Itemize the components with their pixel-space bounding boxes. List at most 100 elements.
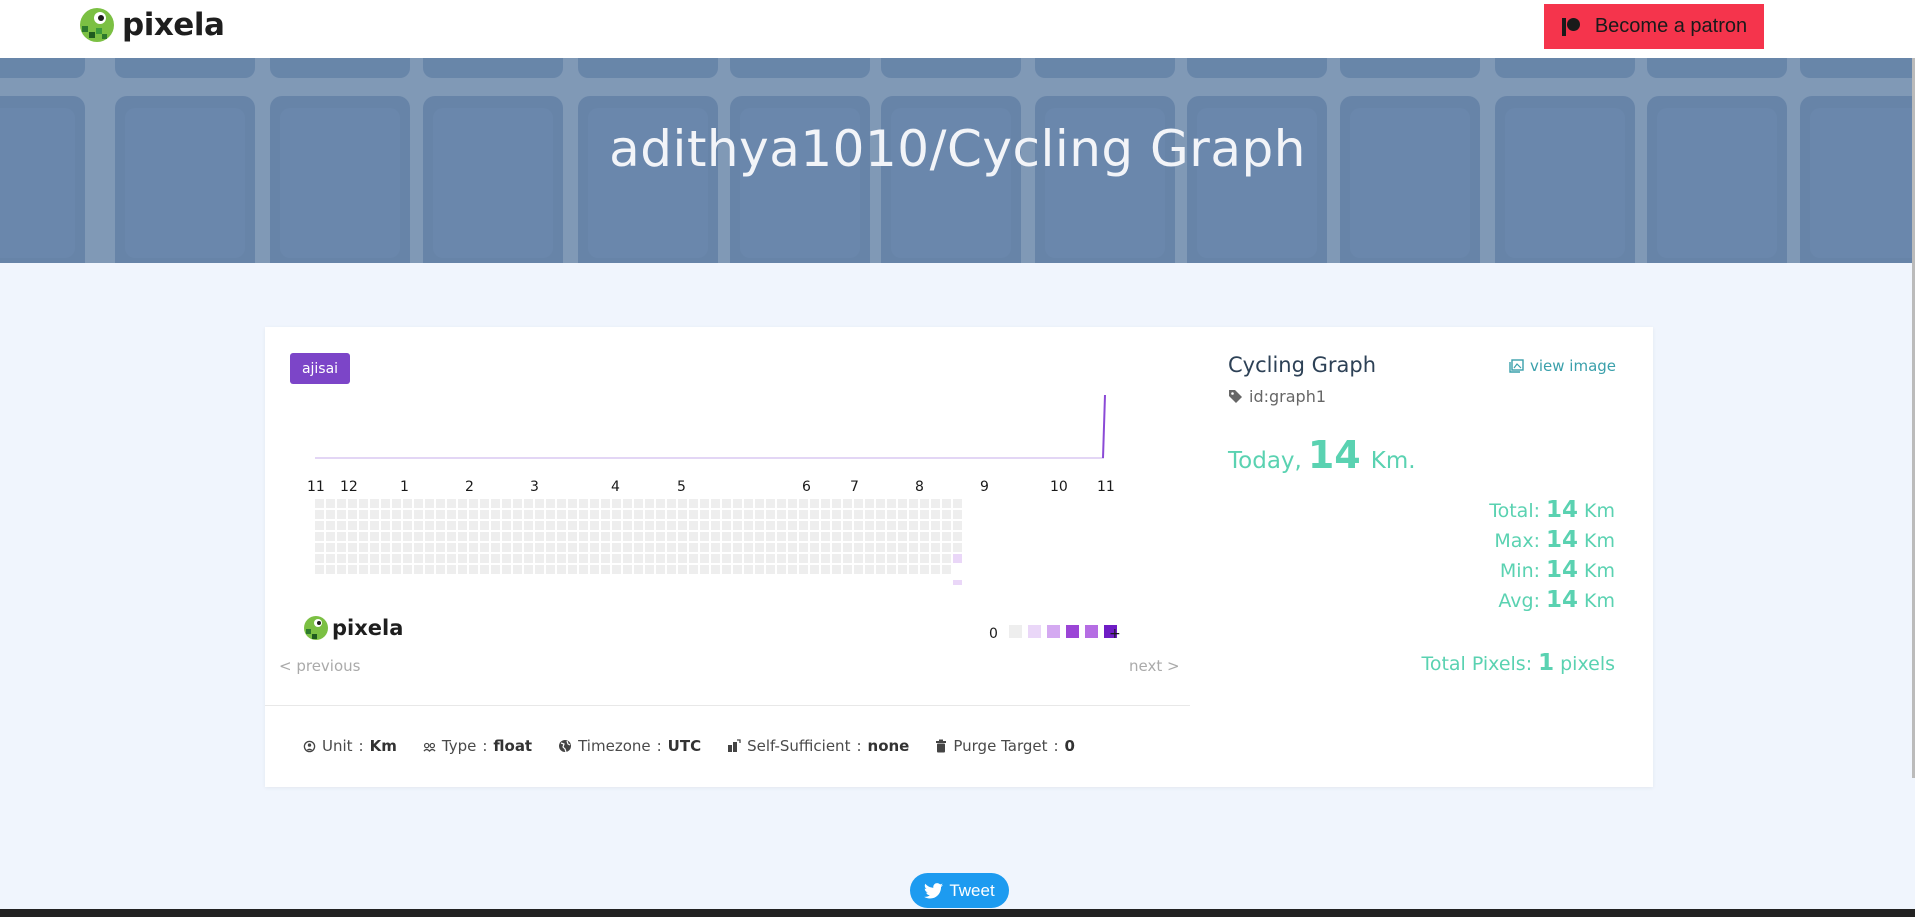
pixel-cell[interactable] xyxy=(513,510,522,519)
pixel-cell[interactable] xyxy=(447,510,456,519)
pixel-cell[interactable] xyxy=(744,499,753,508)
pixel-cell[interactable] xyxy=(678,532,687,541)
pixel-cell[interactable] xyxy=(733,521,742,530)
pixel-cell[interactable] xyxy=(524,554,533,563)
pixel-cell[interactable] xyxy=(887,565,896,574)
pixel-cell[interactable] xyxy=(865,554,874,563)
pixel-cell[interactable] xyxy=(788,499,797,508)
pixel-cell[interactable] xyxy=(843,510,852,519)
pixel-cell[interactable] xyxy=(414,499,423,508)
pixel-cell[interactable] xyxy=(425,565,434,574)
pixel-cell[interactable] xyxy=(513,499,522,508)
pixel-cell[interactable] xyxy=(480,521,489,530)
pixel-cell[interactable] xyxy=(953,543,962,552)
pixel-cell[interactable] xyxy=(601,543,610,552)
pixel-cell[interactable] xyxy=(458,521,467,530)
pixel-cell[interactable] xyxy=(326,532,335,541)
pixel-cell[interactable] xyxy=(568,554,577,563)
pixel-cell[interactable] xyxy=(766,510,775,519)
pixel-cell[interactable] xyxy=(425,499,434,508)
pixel-cell[interactable] xyxy=(788,521,797,530)
pixel-cell[interactable] xyxy=(700,510,709,519)
pixel-cell[interactable] xyxy=(667,543,676,552)
pixel-cell[interactable] xyxy=(645,565,654,574)
pixel-cell[interactable] xyxy=(810,510,819,519)
pixel-cell[interactable] xyxy=(403,543,412,552)
pixel-cell[interactable] xyxy=(458,499,467,508)
pixel-cell[interactable] xyxy=(337,554,346,563)
pixel-cell[interactable] xyxy=(876,510,885,519)
pixel-cell[interactable] xyxy=(711,521,720,530)
pixel-cell[interactable] xyxy=(403,565,412,574)
pixel-cell[interactable] xyxy=(557,565,566,574)
pixel-cell[interactable] xyxy=(920,543,929,552)
pixel-cell[interactable] xyxy=(931,532,940,541)
pixel-cell[interactable] xyxy=(931,543,940,552)
pixel-cell[interactable] xyxy=(876,499,885,508)
pixel-cell[interactable] xyxy=(414,543,423,552)
pixel-cell[interactable] xyxy=(755,521,764,530)
pixel-cell[interactable] xyxy=(733,532,742,541)
pixel-cell[interactable] xyxy=(491,510,500,519)
pixel-cell[interactable] xyxy=(579,521,588,530)
pixel-cell[interactable] xyxy=(579,532,588,541)
pixel-cell[interactable] xyxy=(799,565,808,574)
pixel-cell[interactable] xyxy=(865,510,874,519)
pixel-cell[interactable] xyxy=(920,499,929,508)
pixel-cell[interactable] xyxy=(557,510,566,519)
pixel-cell[interactable] xyxy=(931,510,940,519)
pixel-cell[interactable] xyxy=(909,543,918,552)
pixel-cell[interactable] xyxy=(920,532,929,541)
pixel-cell[interactable] xyxy=(876,565,885,574)
pixel-cell[interactable] xyxy=(843,543,852,552)
pixel-cell[interactable] xyxy=(711,499,720,508)
pixel-cell[interactable] xyxy=(480,499,489,508)
pixel-cell[interactable] xyxy=(524,521,533,530)
pixel-cell[interactable] xyxy=(821,521,830,530)
pixel-cell[interactable] xyxy=(722,510,731,519)
pixel-cell[interactable] xyxy=(656,521,665,530)
pixel-cell[interactable] xyxy=(447,554,456,563)
pixel-cell[interactable] xyxy=(876,543,885,552)
pixel-cell[interactable] xyxy=(689,565,698,574)
pixel-cell[interactable] xyxy=(315,565,324,574)
pixel-cell[interactable] xyxy=(777,521,786,530)
pixel-cell[interactable] xyxy=(546,499,555,508)
pixel-cell[interactable] xyxy=(348,510,357,519)
pixel-cell[interactable] xyxy=(414,554,423,563)
pixel-cell[interactable] xyxy=(799,521,808,530)
pixel-cell[interactable] xyxy=(381,554,390,563)
pixel-cell[interactable] xyxy=(436,565,445,574)
pixel-cell[interactable] xyxy=(546,532,555,541)
pixel-cell[interactable] xyxy=(425,521,434,530)
pixel-cell[interactable] xyxy=(909,565,918,574)
pixel-cell[interactable] xyxy=(645,543,654,552)
pixel-cell[interactable] xyxy=(392,554,401,563)
pixel-cell[interactable] xyxy=(315,532,324,541)
pixel-cell[interactable] xyxy=(524,532,533,541)
pixel-cell[interactable] xyxy=(755,543,764,552)
pixel-cell[interactable] xyxy=(381,543,390,552)
pixel-cell[interactable] xyxy=(678,565,687,574)
pixel-cell[interactable] xyxy=(557,532,566,541)
pixel-cell[interactable] xyxy=(458,565,467,574)
pixel-cell[interactable] xyxy=(502,543,511,552)
pixel-cell[interactable] xyxy=(700,499,709,508)
pixel-cell[interactable] xyxy=(535,532,544,541)
pixel-cell[interactable] xyxy=(865,532,874,541)
pixel-cell[interactable] xyxy=(601,499,610,508)
pixel-cell[interactable] xyxy=(359,543,368,552)
pixel-cell[interactable] xyxy=(645,499,654,508)
pixel-cell[interactable] xyxy=(887,499,896,508)
pixel-cell[interactable] xyxy=(832,521,841,530)
view-image-link[interactable]: view image xyxy=(1509,357,1616,375)
pixel-cell[interactable] xyxy=(733,554,742,563)
pixel-cell[interactable] xyxy=(898,521,907,530)
pixel-cell[interactable] xyxy=(854,554,863,563)
pixel-cell[interactable] xyxy=(788,510,797,519)
pixel-cell[interactable] xyxy=(359,510,368,519)
pixel-cell[interactable] xyxy=(700,532,709,541)
pixel-cell[interactable] xyxy=(337,499,346,508)
pixel-cell[interactable] xyxy=(898,532,907,541)
pixel-cell[interactable] xyxy=(777,510,786,519)
